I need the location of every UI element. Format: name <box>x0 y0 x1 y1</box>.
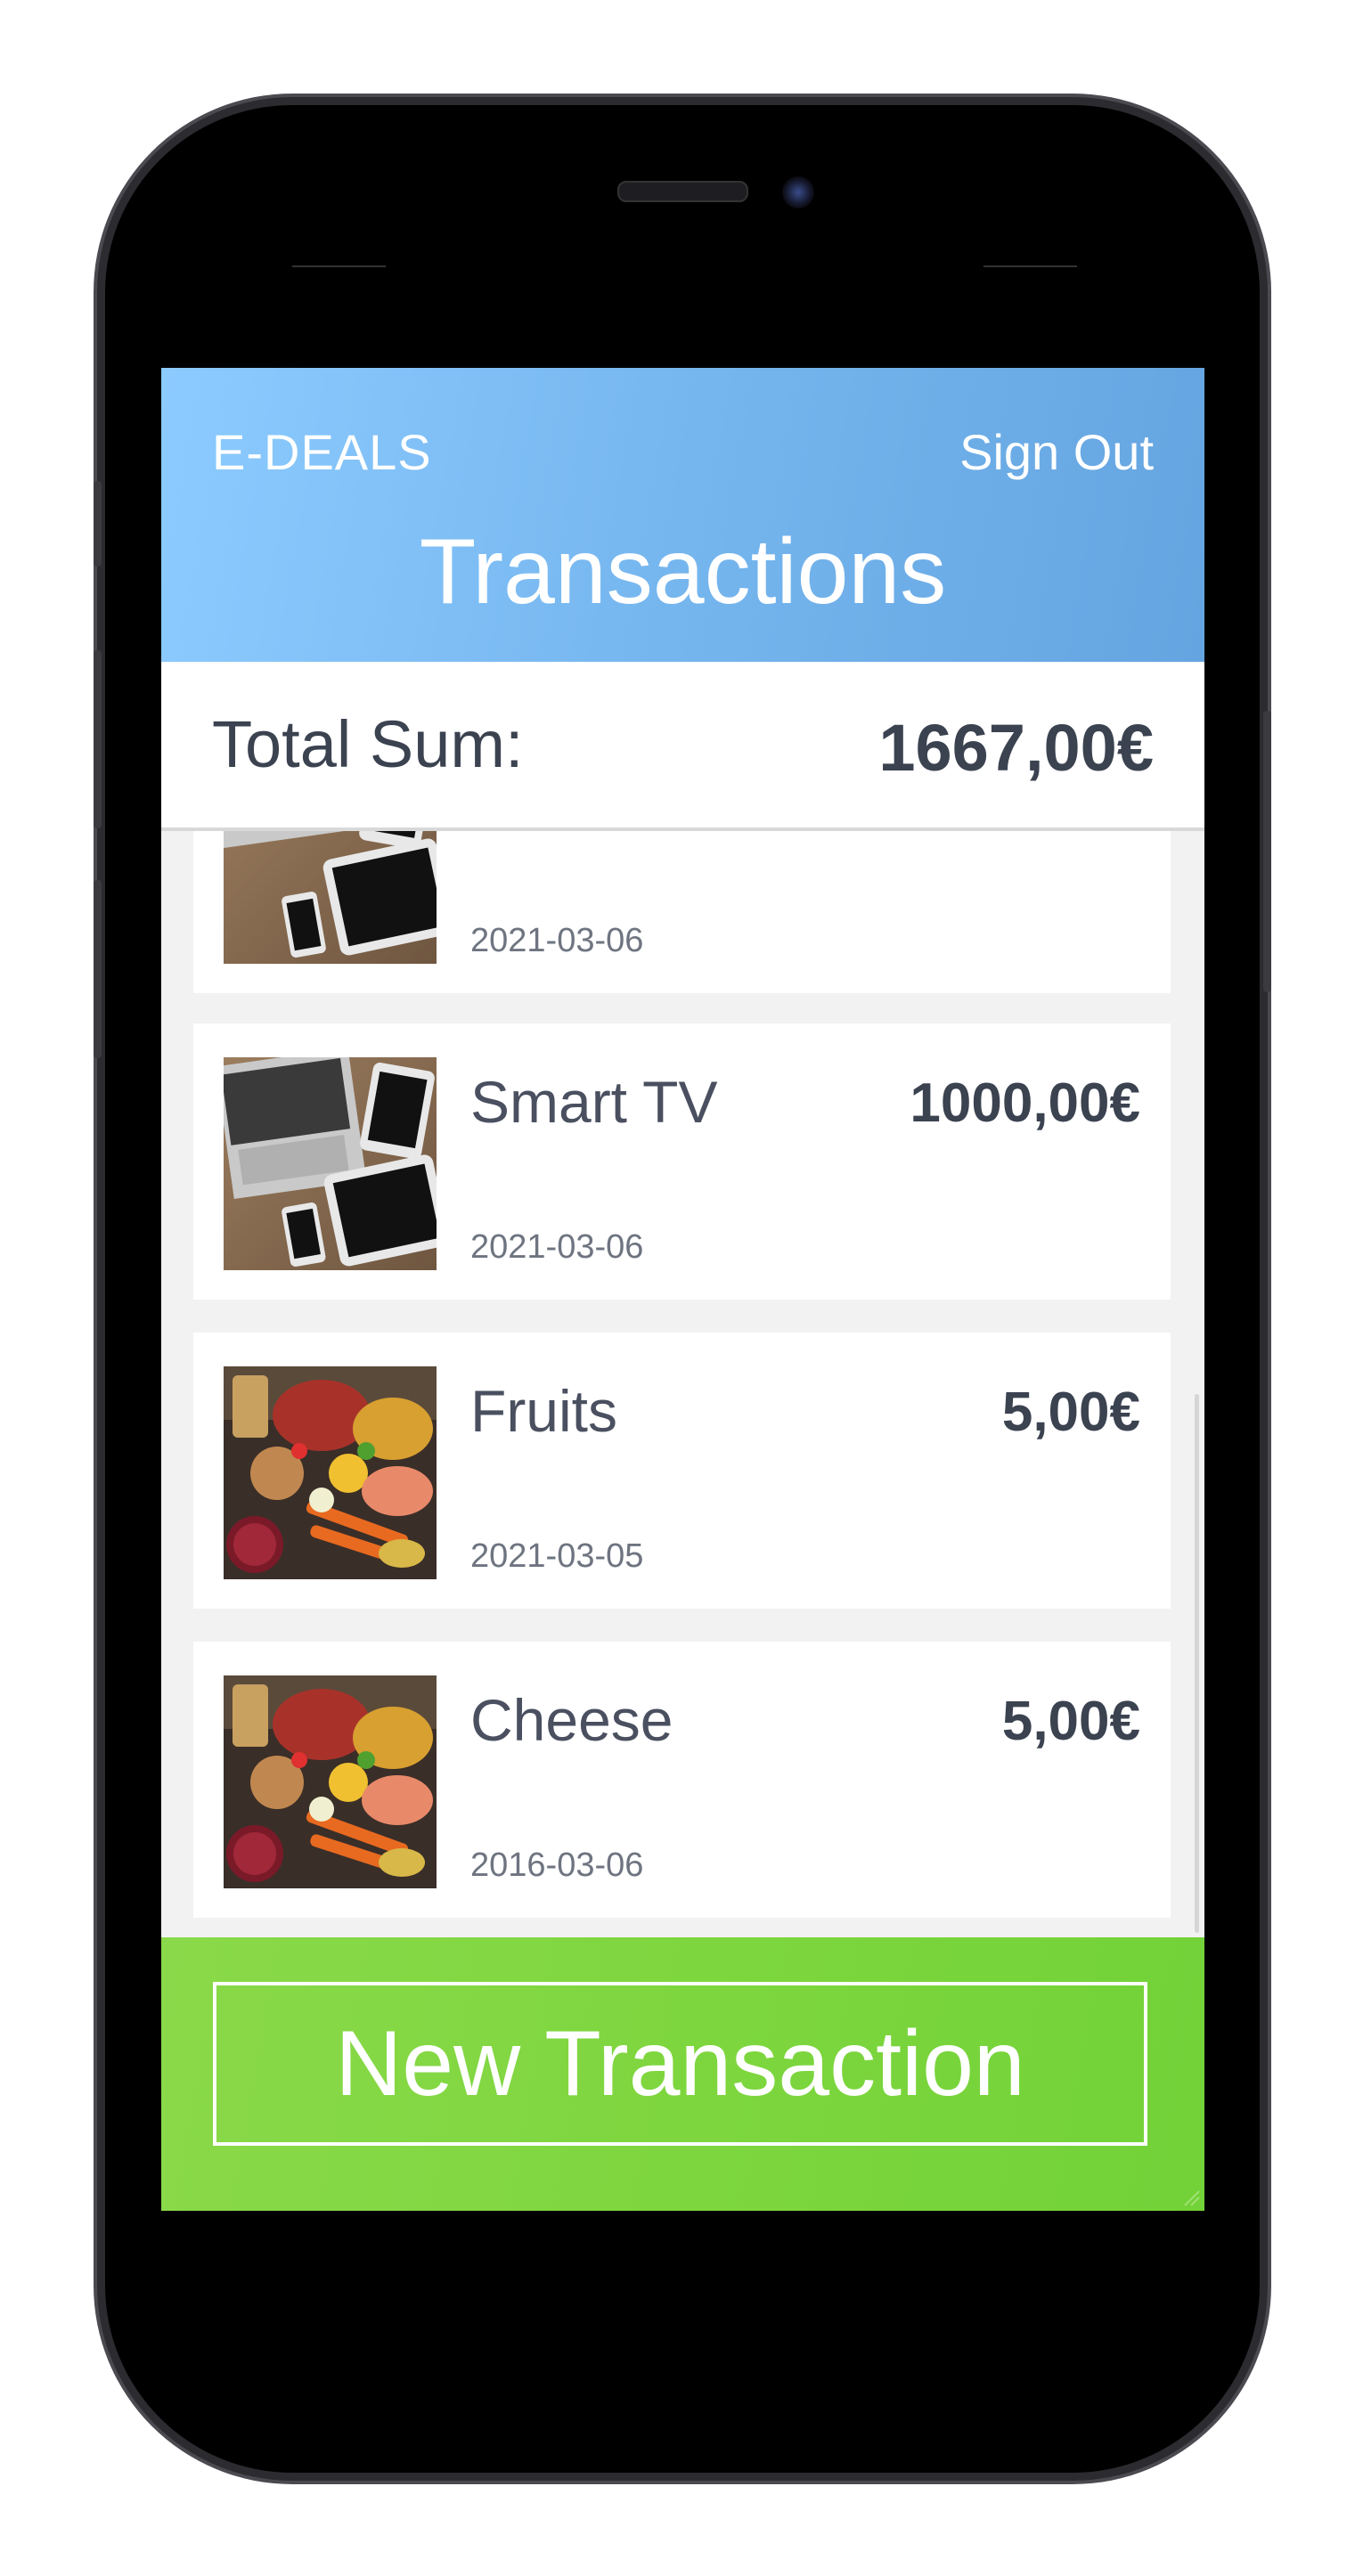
transaction-date: 2021-03-06 <box>470 1228 644 1266</box>
transaction-list[interactable]: 2021-03-06 Smart TV 1000,00€ 2021-03-06 … <box>161 831 1204 1949</box>
total-sum-value: 1667,00€ <box>878 711 1154 785</box>
transaction-card[interactable]: Smart TV 1000,00€ 2021-03-06 <box>193 1023 1171 1300</box>
transaction-price: 5,00€ <box>1001 1691 1140 1752</box>
transaction-date: 2021-03-06 <box>470 922 644 959</box>
antenna-line-left <box>292 265 386 267</box>
transaction-date: 2016-03-06 <box>470 1846 644 1884</box>
sign-out-link[interactable]: Sign Out <box>959 423 1154 481</box>
transaction-card[interactable]: Cheese 5,00€ 2016-03-06 <box>193 1642 1171 1918</box>
total-sum-bar: Total Sum: 1667,00€ <box>161 662 1204 831</box>
transaction-date: 2021-03-05 <box>470 1537 644 1575</box>
volume-down-button <box>94 880 102 1058</box>
electronics-photo <box>224 1057 437 1270</box>
antenna-line-right <box>983 265 1077 267</box>
transaction-price: 1000,00€ <box>910 1072 1140 1134</box>
transaction-card[interactable]: Fruits 5,00€ 2021-03-05 <box>193 1333 1171 1609</box>
earpiece-speaker <box>617 181 748 202</box>
mute-switch <box>94 481 102 567</box>
new-transaction-button[interactable]: New Transaction <box>213 1982 1147 2146</box>
footer-bar: New Transaction <box>161 1937 1204 2211</box>
app-screen: E-DEALS Sign Out Transactions Total Sum:… <box>161 368 1204 2211</box>
volume-up-button <box>94 650 102 828</box>
transaction-price: 5,00€ <box>1001 1382 1140 1443</box>
food-photo <box>224 1366 437 1579</box>
electronics-photo <box>224 831 437 964</box>
food-photo <box>224 1675 437 1888</box>
page-title: Transactions <box>419 520 947 624</box>
total-sum-label: Total Sum: <box>212 707 524 781</box>
brand-logo[interactable]: E-DEALS <box>212 423 432 481</box>
list-scrollbar[interactable] <box>1195 1394 1199 1933</box>
resize-grip-icon <box>1184 2190 1200 2206</box>
transaction-card[interactable]: 2021-03-06 <box>193 831 1171 993</box>
transaction-name: Cheese <box>470 1687 673 1753</box>
power-button <box>1263 711 1271 992</box>
front-camera <box>782 176 814 208</box>
transaction-name: Smart TV <box>470 1069 718 1135</box>
header: E-DEALS Sign Out Transactions <box>161 368 1204 662</box>
transaction-name: Fruits <box>470 1378 617 1444</box>
